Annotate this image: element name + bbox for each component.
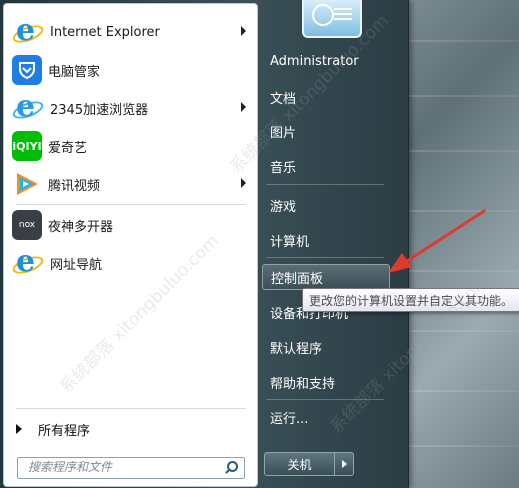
play-arrow-icon [16, 424, 22, 434]
search-input[interactable] [18, 458, 224, 476]
program-item-iqiyi[interactable]: iQIYI 爱奇艺 [8, 128, 252, 164]
program-label: Internet Explorer [50, 24, 160, 40]
right-item-default-programs[interactable]: 默认程序 [262, 334, 390, 360]
program-label: 网址导航 [50, 257, 103, 273]
shutdown-options-button[interactable] [335, 453, 353, 475]
right-item-computer[interactable]: 计算机 [262, 227, 390, 253]
submenu-arrow-icon[interactable] [241, 102, 246, 112]
internet-explorer-icon: e [10, 13, 46, 48]
right-item-help-support[interactable]: 帮助和支持 [262, 369, 390, 395]
control-panel-tooltip: 更改您的计算机设置并自定义其功能。 [302, 288, 519, 312]
chevron-right-icon [341, 460, 347, 468]
program-item-2345-browser[interactable]: e 2345加速浏览器 [8, 89, 252, 126]
program-label: 夜神多开器 [48, 219, 114, 235]
separator [266, 184, 384, 185]
user-name-link[interactable]: Administrator [262, 48, 390, 74]
submenu-arrow-icon[interactable] [241, 178, 246, 188]
annotation-arrow-icon [388, 209, 486, 273]
start-menu-programs-pane: e Internet Explorer 电脑管家 e 2345加速浏览器 iQI… [3, 3, 258, 487]
program-item-pc-manager[interactable]: 电脑管家 [8, 52, 252, 88]
program-item-internet-explorer[interactable]: e Internet Explorer [8, 13, 252, 50]
right-item-pictures[interactable]: 图片 [262, 118, 390, 144]
program-label: 爱奇艺 [48, 140, 88, 156]
tencent-pc-manager-icon [12, 55, 42, 85]
right-item-music[interactable]: 音乐 [262, 153, 390, 179]
program-item-nox-multi[interactable]: nox 夜神多开器 [8, 207, 252, 243]
program-label: 2345加速浏览器 [50, 102, 149, 118]
all-programs-button[interactable]: 所有程序 [12, 416, 252, 442]
submenu-arrow-icon[interactable] [241, 26, 246, 36]
2345-browser-icon: e [10, 89, 46, 124]
user-account-picture[interactable] [302, 0, 362, 38]
tencent-video-icon [12, 169, 42, 199]
right-item-control-panel[interactable]: 控制面板 [262, 264, 390, 290]
program-label: 腾讯视频 [48, 178, 101, 194]
all-programs-label: 所有程序 [38, 423, 91, 439]
program-label: 电脑管家 [48, 64, 101, 80]
separator [16, 204, 246, 205]
start-menu: e Internet Explorer 电脑管家 e 2345加速浏览器 iQI… [0, 0, 409, 488]
right-item-games[interactable]: 游戏 [262, 192, 390, 218]
separator [266, 399, 384, 400]
search-box[interactable] [17, 457, 245, 479]
internet-explorer-icon: e [10, 244, 46, 279]
right-item-documents[interactable]: 文档 [262, 84, 390, 110]
right-item-run[interactable]: 运行... [262, 404, 390, 430]
nox-icon: nox [12, 210, 42, 240]
separator [266, 257, 384, 258]
separator [16, 408, 246, 409]
shutdown-button-group: 关机 [264, 452, 354, 476]
program-item-web-navigation[interactable]: e 网址导航 [8, 244, 252, 281]
program-item-tencent-video[interactable]: 腾讯视频 [8, 166, 252, 202]
search-icon[interactable] [224, 460, 240, 476]
iqiyi-icon: iQIYI [12, 131, 42, 161]
shutdown-button[interactable]: 关机 [265, 453, 335, 475]
